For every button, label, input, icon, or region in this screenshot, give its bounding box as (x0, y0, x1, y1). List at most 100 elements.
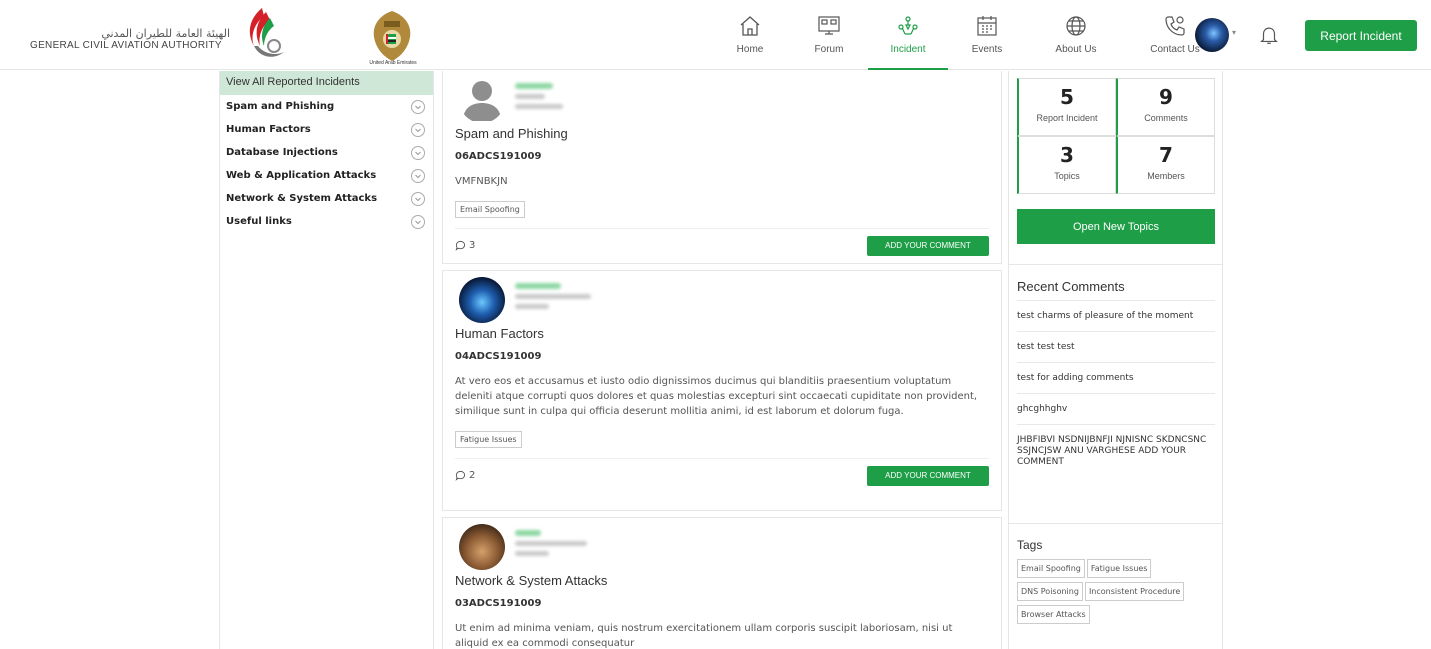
stat-value: 7 (1159, 143, 1173, 167)
add-comment-button[interactable]: ADD YOUR COMMENT (867, 235, 989, 256)
chevron-down-icon[interactable] (411, 214, 425, 229)
stat-label: Topics (1054, 171, 1080, 181)
incident-body: At vero eos et accusamus et iusto odio d… (455, 376, 978, 417)
falcon-logo-icon[interactable] (240, 6, 290, 64)
tags-cloud: Email Spoofing Fatigue Issues DNS Poison… (1017, 559, 1217, 628)
stat-members[interactable]: 7 Members (1116, 136, 1215, 194)
gcaa-logo-text[interactable]: الهيئة العامة للطيران المدني GENERAL CIV… (30, 28, 230, 51)
comment-icon (455, 240, 466, 251)
nav-incident[interactable]: Incident (868, 0, 948, 70)
logo-english-text: GENERAL CIVIL AVIATION AUTHORITY (30, 40, 222, 51)
incident-card: Network & System Attacks 03ADCS191009 Ut… (442, 517, 1002, 649)
incident-feed: Spam and Phishing 06ADCS191009 VMFNBKJN … (442, 71, 1002, 649)
sidebar-item-label: Useful links (226, 216, 292, 227)
user-avatar[interactable] (1195, 18, 1229, 52)
recent-comment-item[interactable]: ghcghhghv (1017, 393, 1215, 424)
comment-count-value: 3 (469, 240, 476, 251)
tags-title: Tags (1017, 538, 1043, 552)
main-nav: Home Forum Incident Events About Us Cont… (720, 0, 1234, 70)
sidebar-item-network-system-attacks[interactable]: Network & System Attacks (220, 187, 433, 210)
nav-forum[interactable]: Forum (799, 0, 859, 70)
tag-chip[interactable]: Email Spoofing (1017, 559, 1085, 578)
stat-value: 3 (1060, 143, 1074, 167)
incident-code: 06ADCS191009 (455, 151, 542, 162)
sidebar-item-web-app-attacks[interactable]: Web & Application Attacks (220, 164, 433, 187)
blurred-author-info (515, 530, 587, 561)
stat-value: 9 (1159, 85, 1173, 109)
stat-comments[interactable]: 9 Comments (1116, 78, 1215, 136)
sidebar-item-label: Web & Application Attacks (226, 170, 377, 181)
report-incident-button[interactable]: Report Incident (1305, 20, 1417, 51)
recent-comment-item[interactable]: test charms of pleasure of the moment (1017, 300, 1215, 331)
nav-events-label: Events (971, 44, 1003, 55)
sidebar-item-database-injections[interactable]: Database Injections (220, 141, 433, 164)
incident-card: Human Factors 04ADCS191009 At vero eos e… (442, 270, 1002, 511)
recent-comments-title: Recent Comments (1017, 279, 1125, 294)
globe-icon (1066, 16, 1086, 36)
chevron-down-icon[interactable]: ▾ (1232, 28, 1236, 37)
sidebar-item-label: Spam and Phishing (226, 101, 335, 112)
recent-comment-item[interactable]: test for adding comments (1017, 362, 1215, 393)
stat-label: Members (1147, 171, 1185, 181)
chevron-down-icon[interactable] (411, 122, 425, 137)
card-footer: 2 ADD YOUR COMMENT (455, 458, 989, 492)
blurred-author-info (515, 283, 591, 314)
chevron-down-icon[interactable] (411, 168, 425, 183)
tag-chip[interactable]: DNS Poisoning (1017, 582, 1083, 601)
bell-icon[interactable] (1258, 24, 1280, 46)
top-header: الهيئة العامة للطيران المدني GENERAL CIV… (0, 0, 1431, 70)
forum-icon (818, 16, 840, 35)
nav-events[interactable]: Events (957, 0, 1017, 70)
incident-tag[interactable]: Email Spoofing (455, 201, 525, 218)
category-sidebar: View All Reported Incidents Spam and Phi… (219, 71, 434, 649)
recent-comments-list: test charms of pleasure of the moment te… (1017, 300, 1215, 477)
chevron-down-icon[interactable] (411, 145, 425, 160)
default-user-avatar[interactable] (459, 77, 505, 123)
chevron-down-icon[interactable] (411, 99, 425, 114)
incident-body: Ut enim ad minima veniam, quis nostrum e… (455, 623, 953, 649)
tag-chip[interactable]: Fatigue Issues (1086, 559, 1152, 578)
user-avatar[interactable] (459, 277, 505, 323)
incident-body: VMFNBKJN (455, 176, 508, 187)
nav-about-label: About Us (1055, 44, 1097, 55)
stat-label: Report Incident (1036, 113, 1098, 123)
recent-comment-item[interactable]: test test test (1017, 331, 1215, 362)
stat-topics[interactable]: 3 Topics (1017, 136, 1116, 194)
sidebar-item-label: Network & System Attacks (226, 193, 378, 204)
divider (1009, 523, 1222, 524)
card-footer: 3 ADD YOUR COMMENT (455, 228, 989, 262)
nav-home-label: Home (736, 44, 764, 55)
sidebar-item-useful-links[interactable]: Useful links (220, 210, 433, 233)
nav-incident-label: Incident (890, 44, 926, 55)
add-comment-button[interactable]: ADD YOUR COMMENT (867, 465, 989, 486)
phone-icon (1165, 16, 1185, 36)
nav-home[interactable]: Home (720, 0, 780, 70)
nav-about[interactable]: About Us (1036, 0, 1116, 70)
tag-chip[interactable]: Inconsistent Procedure (1084, 582, 1185, 601)
incident-tag[interactable]: Fatigue Issues (455, 431, 522, 448)
incident-code: 04ADCS191009 (455, 351, 542, 362)
sidebar-item-spam-phishing[interactable]: Spam and Phishing (220, 95, 433, 118)
emblem-caption: United Arab Emirates (369, 60, 417, 66)
calendar-icon (977, 16, 997, 36)
stats-grid: 5 Report Incident 9 Comments 3 Topics 7 … (1017, 78, 1215, 195)
comment-count[interactable]: 3 (455, 240, 475, 251)
divider (1009, 264, 1222, 265)
tag-chip[interactable]: Browser Attacks (1017, 605, 1090, 624)
open-new-topics-button[interactable]: Open New Topics (1017, 209, 1215, 244)
chevron-down-icon[interactable] (411, 191, 425, 206)
view-all-incidents-link[interactable]: View All Reported Incidents (220, 71, 433, 95)
incident-card: Spam and Phishing 06ADCS191009 VMFNBKJN … (442, 71, 1002, 264)
recent-comment-item[interactable]: JHBFIBVI NSDNIJBNFJI NJNISNC SKDNCSNC SS… (1017, 424, 1215, 477)
sidebar-item-human-factors[interactable]: Human Factors (220, 118, 433, 141)
stat-label: Comments (1144, 113, 1188, 123)
comment-count[interactable]: 2 (455, 470, 475, 481)
incident-code: 03ADCS191009 (455, 598, 542, 609)
incident-icon (898, 16, 918, 35)
stat-value: 5 (1060, 85, 1074, 109)
user-avatar[interactable] (459, 524, 505, 570)
blurred-author-info (515, 83, 563, 114)
stat-report-incident[interactable]: 5 Report Incident (1017, 78, 1116, 136)
uae-emblem-icon (373, 11, 411, 61)
nav-contact-label: Contact Us (1150, 44, 1200, 55)
